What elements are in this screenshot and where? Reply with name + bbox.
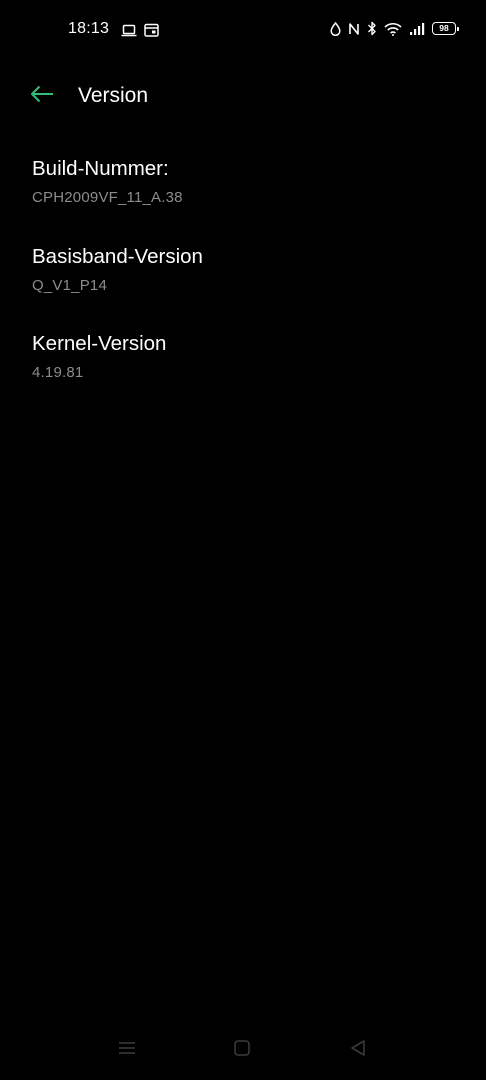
item-value: Q_V1_P14 [32,276,107,294]
wifi-icon [384,22,402,36]
signal-icon [409,22,425,36]
calendar-icon [144,23,159,37]
navigation-bar [0,1020,486,1080]
home-icon [233,1039,251,1062]
list-item-baseband-version[interactable]: Basisband-Version Q_V1_P14 [0,236,486,324]
water-drop-icon [330,21,341,36]
nav-home-button[interactable] [229,1038,255,1062]
item-value: 4.19.81 [32,364,84,381]
app-header: Version [0,70,486,122]
status-bar: 18:13 98 [0,0,486,62]
page-title: Version [78,84,149,107]
status-left-icons [121,23,159,37]
menu-icon [117,1040,137,1061]
nav-recents-button[interactable] [114,1038,140,1062]
nav-back-button[interactable] [345,1038,371,1062]
status-time: 18:13 [68,20,110,37]
version-info-list: Build-Nummer: CPH2009VF_11_A.38 Basisban… [0,148,486,411]
item-value: CPH2009VF_11_A.38 [32,189,183,206]
item-title: Kernel-Version [32,332,167,355]
back-button[interactable] [22,76,62,116]
list-item-kernel-version[interactable]: Kernel-Version 4.19.81 [0,323,486,411]
status-right-icons: 98 [330,21,459,36]
battery-icon: 98 [432,22,459,35]
battery-level: 98 [439,23,449,34]
bluetooth-icon [367,21,377,36]
back-arrow-icon [30,85,54,108]
screen: 18:13 98 Version Build-Nummer: CPH2009VF… [0,0,486,1080]
item-title: Basisband-Version [32,244,203,268]
nfc-icon [348,22,360,36]
back-icon [349,1039,367,1062]
item-title: Build-Nummer: [32,157,169,180]
laptop-icon [121,24,137,37]
list-item-build-number[interactable]: Build-Nummer: CPH2009VF_11_A.38 [0,148,486,236]
